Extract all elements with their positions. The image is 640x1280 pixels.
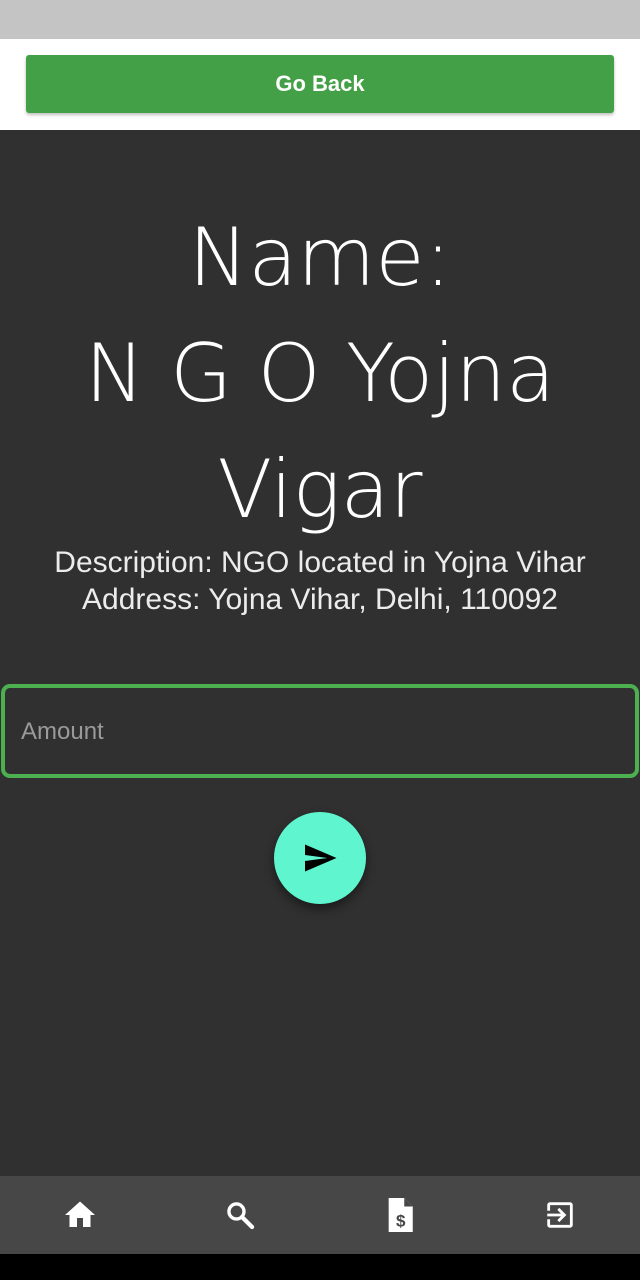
- amount-field: [1, 684, 639, 778]
- status-bar: [0, 0, 640, 39]
- amount-input[interactable]: [19, 688, 623, 776]
- name-label: Name:: [188, 211, 452, 304]
- invoice-dollar-icon: $: [388, 1198, 413, 1232]
- ngo-address: Address: Yojna Vihar, Delhi, 110092: [82, 583, 558, 616]
- nav-home[interactable]: [0, 1176, 160, 1254]
- bottom-nav: $: [0, 1176, 640, 1254]
- send-icon: [305, 844, 337, 872]
- send-button[interactable]: [274, 812, 366, 904]
- nav-search[interactable]: [160, 1176, 320, 1254]
- go-back-button[interactable]: Go Back: [26, 55, 614, 113]
- system-nav-bar: [0, 1254, 640, 1280]
- ngo-name-heading: Name: N G O Yojna Vigar: [0, 200, 640, 548]
- app-screen: Go Back Name: N G O Yojna Vigar Descript…: [0, 0, 640, 1280]
- svg-text:$: $: [396, 1211, 406, 1230]
- ngo-name-line-2: Vigar: [217, 443, 423, 536]
- search-icon: [227, 1202, 255, 1230]
- nav-logout[interactable]: [480, 1176, 640, 1254]
- top-panel: Go Back: [0, 39, 640, 130]
- home-icon: [65, 1201, 95, 1227]
- ngo-name-line-1: N G O Yojna: [84, 327, 556, 420]
- ngo-description: Description: NGO located in Yojna Vihar: [54, 546, 586, 579]
- logout-icon: [547, 1202, 573, 1228]
- ngo-details: Description: NGO located in Yojna Vihar …: [0, 544, 640, 618]
- nav-invoice[interactable]: $: [320, 1176, 480, 1254]
